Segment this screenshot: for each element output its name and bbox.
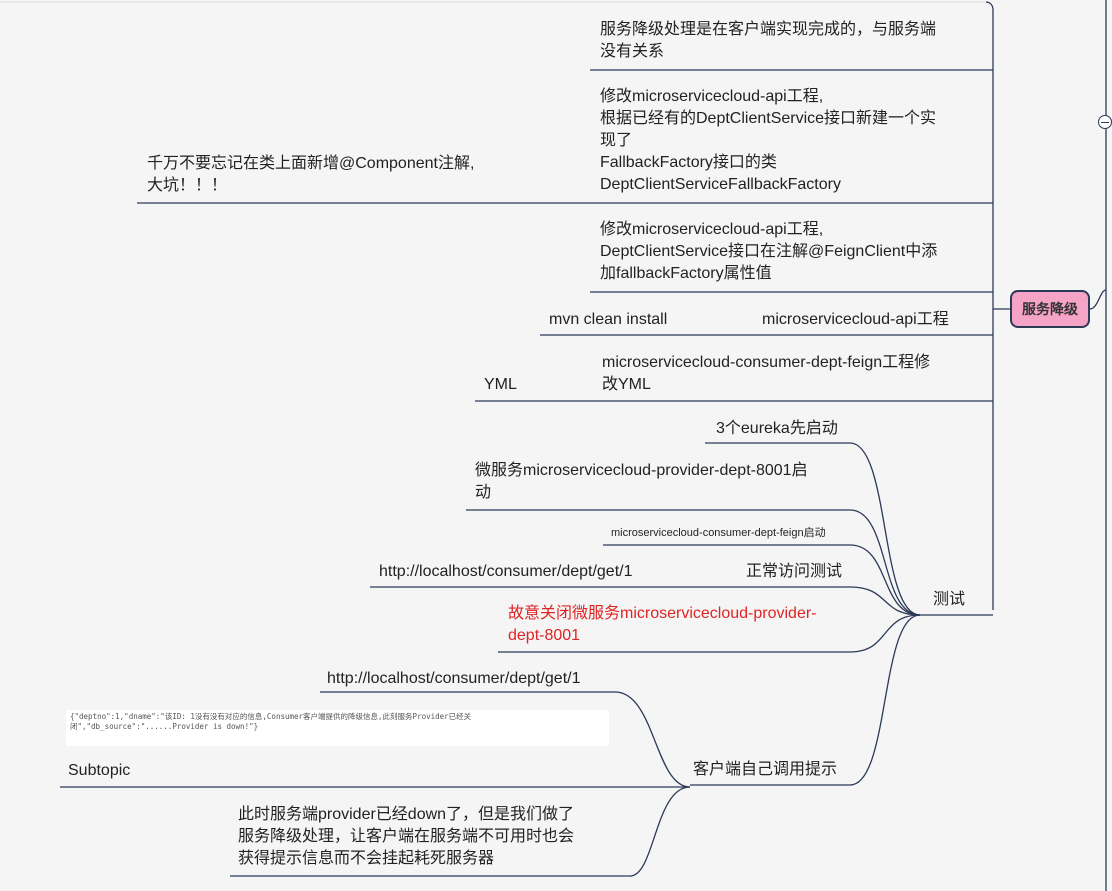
test-eureka-start[interactable]: 3个eureka先启动 xyxy=(716,418,838,440)
test-client-prompt[interactable]: 客户端自己调用提示 xyxy=(693,759,837,781)
test-normal-access[interactable]: 正常访问测试 xyxy=(746,561,842,583)
branch-test[interactable]: 测试 xyxy=(933,589,965,611)
branch-yml[interactable]: YML xyxy=(484,374,517,396)
collapse-toggle-icon[interactable] xyxy=(1098,115,1112,129)
connector-lines xyxy=(0,0,1107,891)
branch-client-side-note[interactable]: 服务降级处理是在客户端实现完成的，与服务端 没有关系 xyxy=(600,19,936,63)
branch-component-annotation-warning[interactable]: 千万不要忘记在类上面新增@Component注解, 大坑！！！ xyxy=(147,153,474,197)
central-topic[interactable]: 服务降级 xyxy=(1010,290,1090,328)
branch-feign-yml[interactable]: microservicecloud-consumer-dept-feign工程修… xyxy=(602,352,930,396)
client-prompt-url[interactable]: http://localhost/consumer/dept/get/1 xyxy=(327,668,580,690)
client-prompt-json-response: {"deptno":1,"dname":"该ID: 1没有没有对应的信息,Con… xyxy=(66,710,609,746)
test-normal-access-url[interactable]: http://localhost/consumer/dept/get/1 xyxy=(379,561,632,583)
branch-create-fallback-factory[interactable]: 修改microservicecloud-api工程, 根据已经有的DeptCli… xyxy=(600,86,936,196)
branch-api-project[interactable]: microservicecloud-api工程 xyxy=(762,309,949,331)
subtopic[interactable]: Subtopic xyxy=(68,760,130,782)
branch-add-fallback-property[interactable]: 修改microservicecloud-api工程, DeptClientSer… xyxy=(600,219,937,285)
test-consumer-feign-start[interactable]: microservicecloud-consumer-dept-feign启动 xyxy=(611,526,826,540)
test-provider-start[interactable]: 微服务microservicecloud-provider-dept-8001启… xyxy=(475,460,808,504)
client-prompt-note[interactable]: 此时服务端provider已经down了，但是我们做了 服务降级处理，让客户端在… xyxy=(238,804,574,870)
test-shutdown-provider[interactable]: 故意关闭微服务microservicecloud-provider- dept-… xyxy=(508,603,817,647)
branch-mvn-install[interactable]: mvn clean install xyxy=(549,309,667,331)
